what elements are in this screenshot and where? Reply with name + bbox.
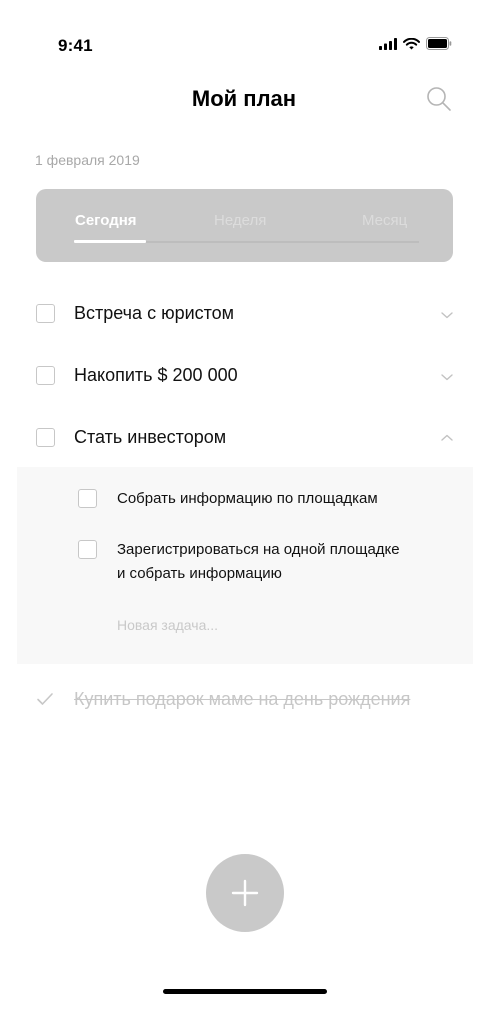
task-label: Стать инвестором xyxy=(74,427,227,447)
task-row[interactable]: Встреча с юристом xyxy=(0,294,488,334)
subtask-label: Собрать информацию по площадкам xyxy=(117,490,378,507)
task-checkbox[interactable] xyxy=(36,366,55,385)
wifi-icon xyxy=(403,37,420,50)
subtask-label-line1: Зарегистрироваться на одной площадке xyxy=(117,541,400,558)
tab-today[interactable]: Сегодня xyxy=(75,212,137,229)
date-label: 1 февраля 2019 xyxy=(35,152,140,168)
status-icons xyxy=(379,37,452,50)
plus-icon xyxy=(231,879,259,907)
completed-task-label: Купить подарок маме на день рождения xyxy=(74,689,411,709)
subtask-checkbox[interactable] xyxy=(78,489,97,508)
checkmark-icon[interactable] xyxy=(36,692,54,706)
task-checkbox[interactable] xyxy=(36,304,55,323)
subtask-checkbox[interactable] xyxy=(78,540,97,559)
status-bar: 9:41 xyxy=(0,0,488,90)
cellular-signal-icon xyxy=(379,37,397,50)
subtask-label-line2: и собрать информацию xyxy=(117,565,282,582)
tab-month[interactable]: Месяц xyxy=(362,212,407,229)
page-title: Мой план xyxy=(191,86,297,111)
chevron-up-icon[interactable] xyxy=(440,433,454,443)
add-task-button[interactable] xyxy=(206,854,284,932)
task-row[interactable]: Стать инвестором xyxy=(0,418,488,458)
chevron-down-icon[interactable] xyxy=(440,310,454,320)
tab-active-indicator xyxy=(74,240,146,243)
new-task-input[interactable]: Новая задача... xyxy=(117,617,218,633)
task-label: Накопить $ 200 000 xyxy=(74,365,238,385)
task-checkbox[interactable] xyxy=(36,428,55,447)
search-button[interactable] xyxy=(424,86,454,116)
chevron-down-icon[interactable] xyxy=(440,372,454,382)
task-row[interactable]: Накопить $ 200 000 xyxy=(0,356,488,396)
home-indicator[interactable] xyxy=(163,989,327,994)
search-icon xyxy=(426,86,452,117)
status-time: 9:41 xyxy=(58,36,93,55)
task-label: Встреча с юристом xyxy=(74,303,235,323)
battery-icon xyxy=(426,37,452,50)
tab-week[interactable]: Неделя xyxy=(214,212,266,229)
